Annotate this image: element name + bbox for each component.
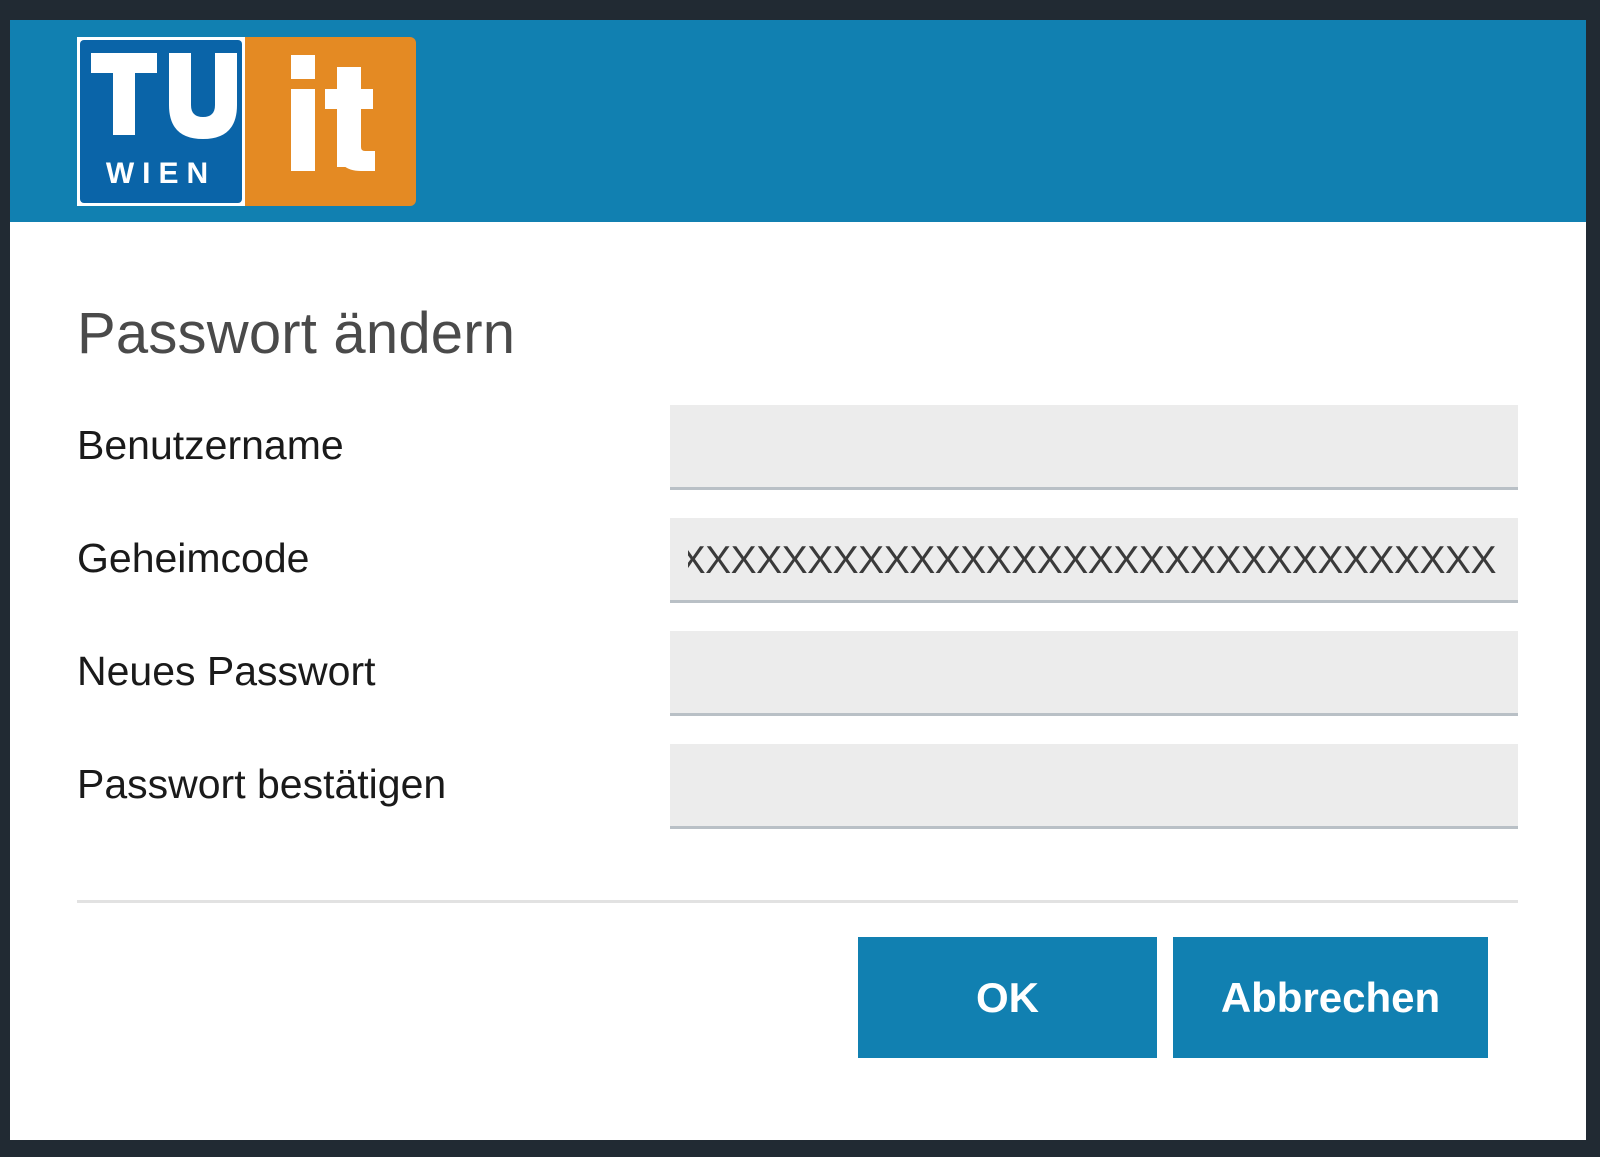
change-password-dialog: WIEN Passwort ändern Benutzername Geheim…: [10, 20, 1586, 1140]
dialog-header: WIEN: [10, 20, 1586, 222]
username-label: Benutzername: [77, 422, 344, 468]
new-password-field[interactable]: [670, 631, 1518, 716]
wien-text: WIEN: [106, 157, 216, 190]
username-field[interactable]: [670, 405, 1518, 490]
tu-wien-it-logo: WIEN: [77, 37, 416, 206]
divider: [77, 900, 1518, 903]
new-password-label: Neues Passwort: [77, 648, 376, 694]
confirm-password-label: Passwort bestätigen: [77, 761, 447, 807]
dialog-title: Passwort ändern: [77, 301, 516, 366]
tu-wien-logo: WIEN: [77, 37, 245, 206]
secret-label: Geheimcode: [77, 535, 310, 581]
it-logo: [245, 37, 416, 206]
confirm-password-field[interactable]: [670, 744, 1518, 829]
cancel-button[interactable]: Abbrechen: [1173, 937, 1488, 1058]
ok-button[interactable]: OK: [858, 937, 1157, 1058]
secret-field-value: XXXXXXXXXXXXXXXXXXXXXXXXXXXXXXXXXX: [688, 539, 1496, 582]
